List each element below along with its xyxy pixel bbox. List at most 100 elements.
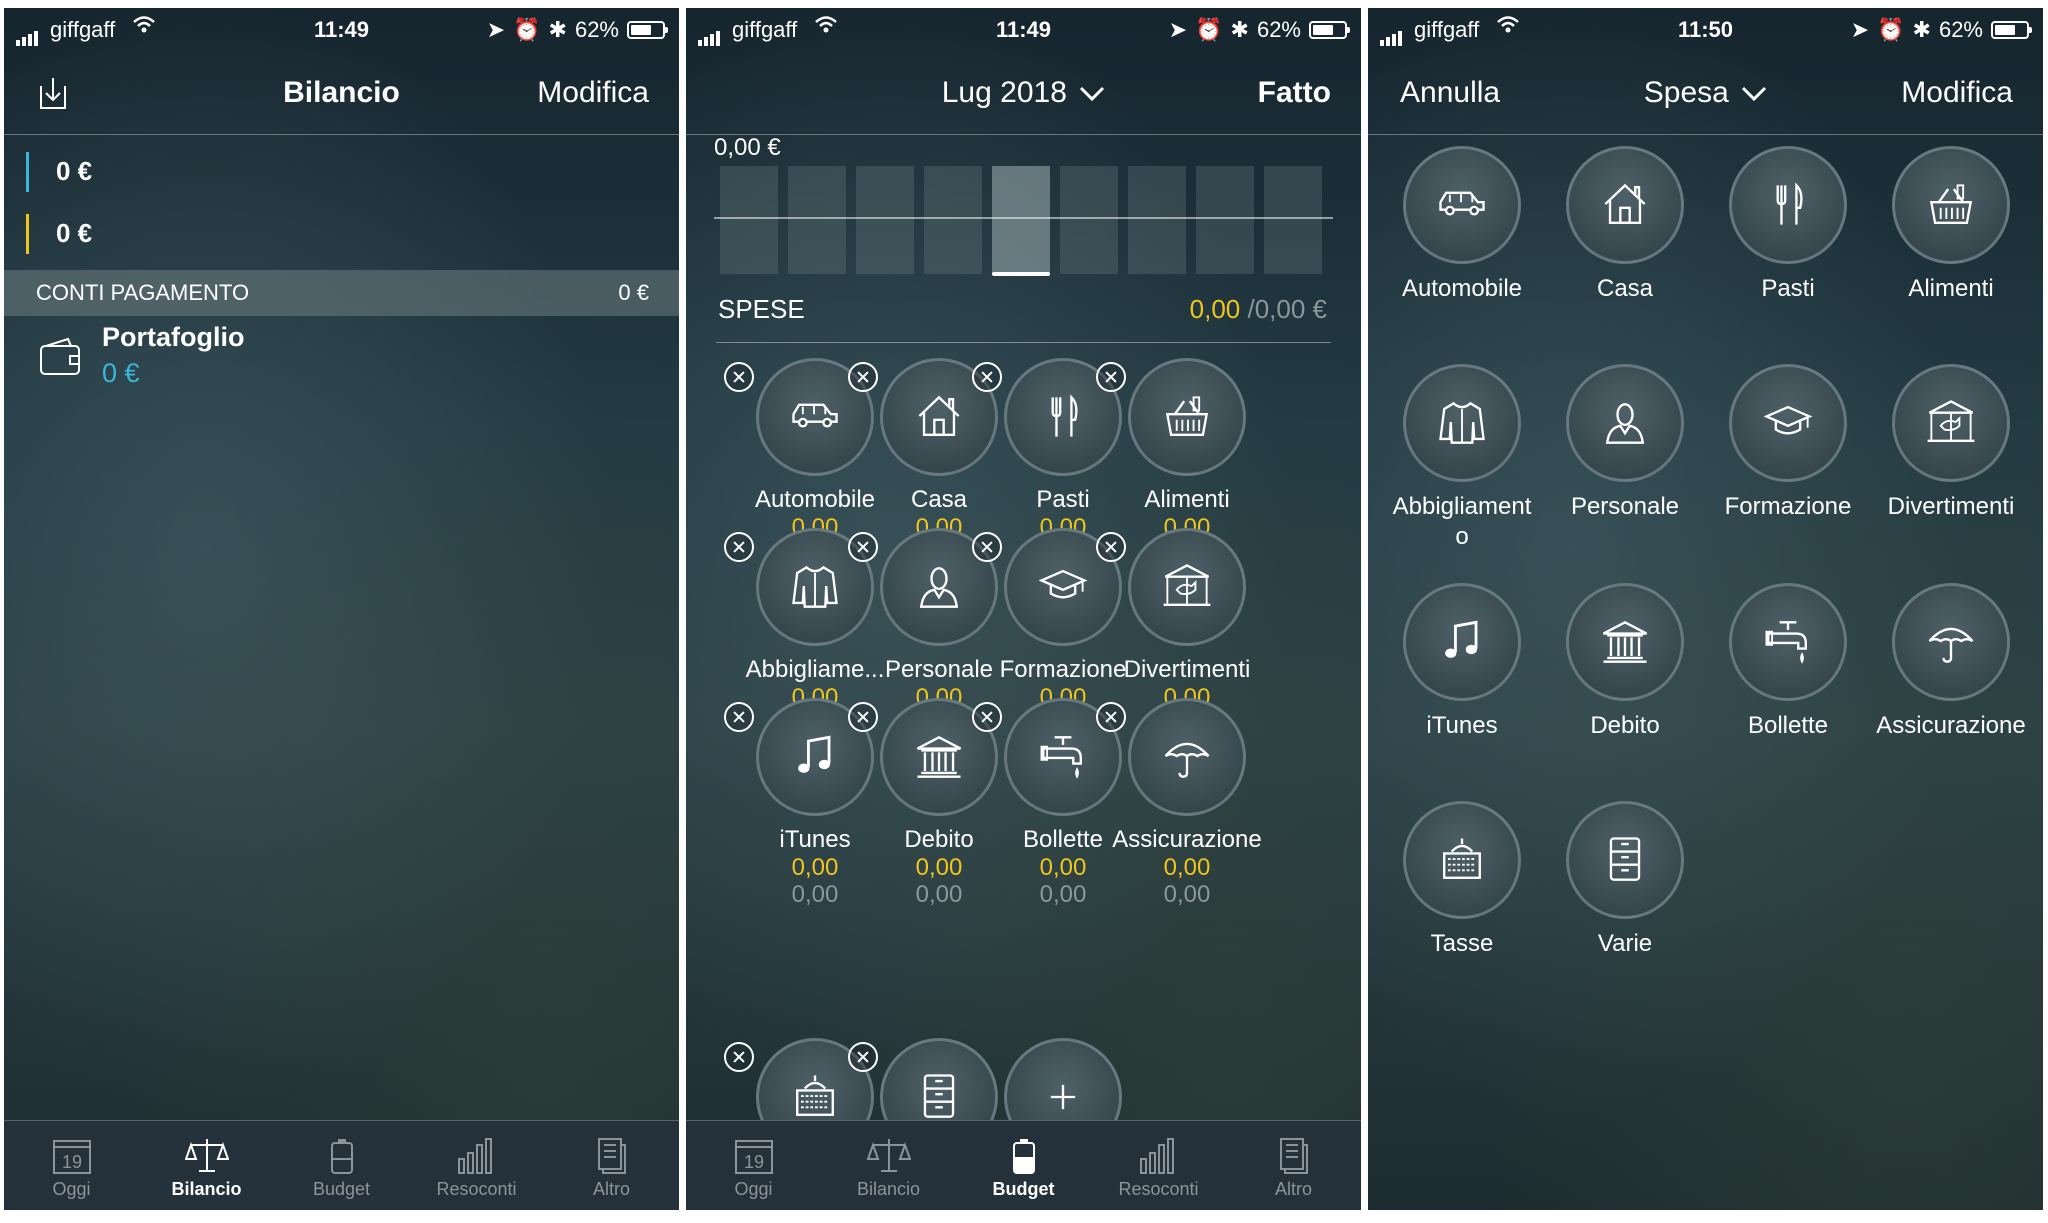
category-name: Automobile <box>1401 275 1523 302</box>
delete-category-button[interactable] <box>848 702 878 732</box>
divider <box>716 342 1331 343</box>
monthly-bar-chart[interactable] <box>686 158 1361 278</box>
category-option[interactable]: Tasse <box>1381 801 1543 959</box>
category-icon-circle[interactable] <box>1566 146 1684 264</box>
tab-resoconti[interactable]: Resoconti <box>1091 1121 1226 1210</box>
balance-row-yellow[interactable]: 0 € <box>26 210 92 256</box>
section-total: 0 € <box>618 280 649 305</box>
edit-button[interactable]: Modifica <box>1901 76 2013 110</box>
delete-category-button[interactable] <box>848 362 878 392</box>
category-icon-circle[interactable] <box>1729 364 1847 482</box>
status-bar: giffgaff 11:49 ➤ ⏰ ✱ 62% <box>686 8 1361 52</box>
tab-label: Resoconti <box>436 1179 517 1199</box>
tab-bilancio[interactable]: Bilancio <box>821 1121 956 1210</box>
tab-altro[interactable]: Altro <box>544 1121 679 1210</box>
category-icon-circle[interactable] <box>1403 583 1521 701</box>
music-note-icon <box>1445 620 1478 658</box>
tab-label: Bilancio <box>856 1179 921 1199</box>
delete-category-button[interactable] <box>972 362 1002 392</box>
category-name: Alimenti <box>1144 486 1230 513</box>
category-icon-circle[interactable] <box>1403 146 1521 264</box>
edit-button[interactable]: Modifica <box>537 76 649 110</box>
category-option[interactable]: Varie <box>1544 801 1706 959</box>
category-icon-circle[interactable] <box>1403 364 1521 482</box>
calendar-icon: 19 <box>52 1140 91 1174</box>
month-bar[interactable] <box>1196 166 1254 274</box>
tab-label: Resoconti <box>1118 1179 1199 1199</box>
battery-icon <box>330 1139 353 1174</box>
category-option[interactable]: Bollette <box>1707 583 1869 741</box>
scale-icon <box>184 1139 229 1172</box>
tab-oggi[interactable]: 19 Oggi <box>4 1121 139 1210</box>
umbrella-icon <box>1928 627 1974 663</box>
month-bar[interactable] <box>788 166 846 274</box>
category-icon-circle[interactable] <box>1892 146 2010 264</box>
category-option[interactable]: iTunes <box>1381 583 1543 741</box>
delete-category-button[interactable] <box>1096 702 1126 732</box>
category-icon-circle[interactable] <box>1566 583 1684 701</box>
person-icon <box>1605 403 1645 444</box>
tab-resoconti[interactable]: Resoconti <box>409 1121 544 1210</box>
delete-category-button[interactable] <box>1096 362 1126 392</box>
category-icon-circle[interactable] <box>1729 146 1847 264</box>
battery-icon <box>1991 21 2032 39</box>
spese-spent: 0,00 <box>1189 294 1241 324</box>
category-icon-circle[interactable] <box>1892 364 2010 482</box>
category-icon-circle[interactable] <box>1729 583 1847 701</box>
category-option[interactable]: Alimenti <box>1870 146 2032 304</box>
delete-category-button[interactable] <box>972 702 1002 732</box>
month-bar[interactable] <box>1264 166 1322 274</box>
category-option[interactable]: Formazione <box>1707 364 1869 522</box>
delete-category-button[interactable] <box>1096 532 1126 562</box>
month-bar-selected[interactable] <box>992 166 1050 274</box>
tab-oggi[interactable]: 19 Oggi <box>686 1121 821 1210</box>
location-icon: ➤ <box>1850 17 1870 42</box>
category-icon-circle[interactable] <box>1128 528 1246 646</box>
category-option[interactable]: Divertimenti <box>1870 364 2032 522</box>
document-icon <box>597 1138 626 1174</box>
category-icon-circle[interactable] <box>1566 364 1684 482</box>
bank-icon <box>916 736 962 778</box>
done-button[interactable]: Fatto <box>1258 76 1331 110</box>
balance-row-blue[interactable]: 0 € <box>26 148 92 194</box>
car-icon <box>792 403 838 428</box>
category-option[interactable]: Abbigliament o <box>1381 364 1543 552</box>
category-icon-circle[interactable] <box>1403 801 1521 919</box>
delete-category-button[interactable] <box>972 532 1002 562</box>
tab-bilancio[interactable]: Bilancio <box>139 1121 274 1210</box>
category-icon-circle[interactable] <box>1566 801 1684 919</box>
category-name: Debito <box>1590 712 1660 739</box>
category-option[interactable]: Assicurazione <box>1870 583 2032 741</box>
budget-category-item[interactable]: Assicurazione 0,00 0,00 <box>1106 698 1268 908</box>
delete-category-button[interactable] <box>724 532 754 562</box>
delete-category-button[interactable] <box>848 532 878 562</box>
spese-total: 0,00 /0,00 € <box>1190 294 1327 325</box>
month-bar[interactable] <box>720 166 778 274</box>
category-icon-circle[interactable] <box>1128 358 1246 476</box>
month-bar[interactable] <box>856 166 914 274</box>
tab-budget[interactable]: Budget <box>956 1121 1091 1210</box>
battery-icon <box>627 21 668 39</box>
month-bar[interactable] <box>1060 166 1118 274</box>
tab-budget[interactable]: Budget <box>274 1121 409 1210</box>
category-name: Abbigliament o <box>1392 493 1532 550</box>
account-name: Portafoglio <box>102 322 245 352</box>
category-icon-circle[interactable] <box>1892 583 2010 701</box>
delete-category-button[interactable] <box>724 1042 754 1072</box>
category-name: Personale <box>1570 493 1680 520</box>
delete-category-button[interactable] <box>724 362 754 392</box>
tab-altro[interactable]: Altro <box>1226 1121 1361 1210</box>
month-bar[interactable] <box>1128 166 1186 274</box>
category-option[interactable]: Debito <box>1544 583 1706 741</box>
month-bar[interactable] <box>924 166 982 274</box>
delete-category-button[interactable] <box>848 1042 878 1072</box>
category-option[interactable]: Casa <box>1544 146 1706 304</box>
category-option[interactable]: Pasti <box>1707 146 1869 304</box>
category-option[interactable]: Automobile <box>1381 146 1543 304</box>
category-option[interactable]: Personale <box>1544 364 1706 522</box>
category-name: Casa <box>1596 275 1654 302</box>
svg-text:19: 19 <box>743 1152 763 1172</box>
alarm-icon: ⏰ <box>1877 17 1905 42</box>
delete-category-button[interactable] <box>724 702 754 732</box>
category-icon-circle[interactable] <box>1128 698 1246 816</box>
